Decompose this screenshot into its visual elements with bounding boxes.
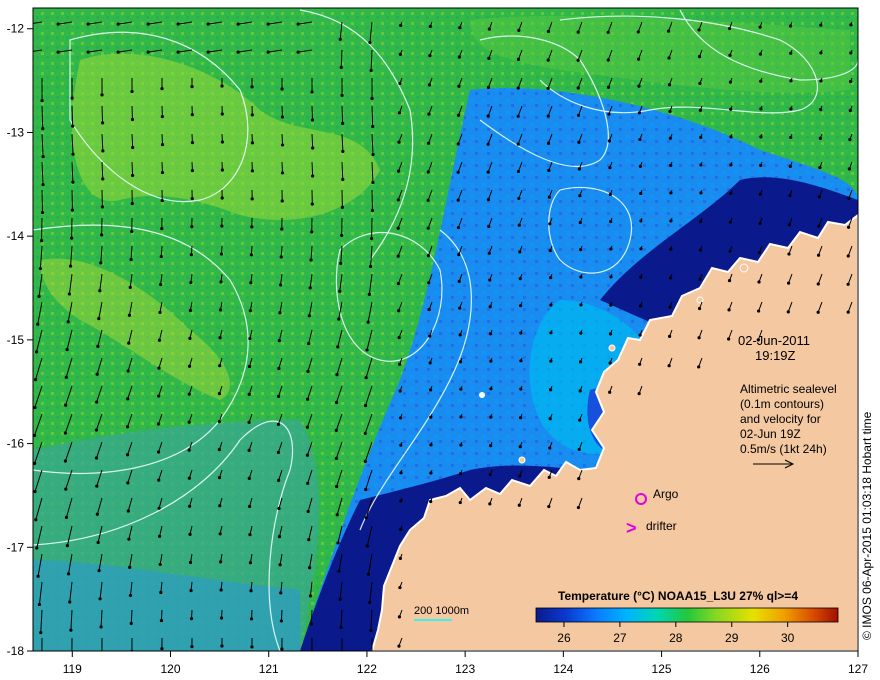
altimetry-line: 0.5m/s (1kt 24h) [740,442,827,456]
lat-tick-label: -16 [7,437,25,451]
timestamp-block: 02-Jun-2011 19:19Z [738,333,858,363]
colorbar-tick-label: 27 [613,631,627,645]
lon-tick-label: 123 [455,662,475,676]
colorbar-tick-label: 29 [725,631,739,645]
credit-text: © IMOS 06-Apr-2015 01:03:18 Hobart time [860,411,874,640]
colorbar-tick-label: 26 [557,631,571,645]
velocity-scale-arrow-icon [753,459,795,469]
longitude-axis: 119 120 121 122 123 124 125 126 127 [63,651,868,676]
argo-label: Argo [653,487,679,501]
altimetry-line: Altimetric sealevel [740,382,837,396]
latitude-axis: -12 -13 -14 -15 -16 -17 -18 [7,22,33,658]
lon-tick-label: 122 [357,662,377,676]
lon-tick-label: 121 [259,662,279,676]
lat-tick-label: -17 [7,540,25,554]
depth-label: 200 1000m [414,605,469,617]
lat-tick-label: -15 [7,333,25,347]
drifter-marker-icon: > [626,518,637,538]
colorbar-tick-label: 30 [781,631,795,645]
lon-tick-label: 127 [848,662,868,676]
lat-tick-label: -14 [7,229,25,243]
drifter-label: drifter [646,519,677,533]
date-label: 02-Jun-2011 [738,333,811,348]
altimetry-line: and velocity for [740,412,821,426]
altimetry-line: (0.1m contours) [740,397,825,411]
lon-tick-label: 125 [652,662,672,676]
lat-tick-label: -13 [7,125,25,139]
colorbar-tick-label: 28 [669,631,683,645]
altimetry-line: 02-Jun 19Z [740,427,801,441]
time-label: 19:19Z [755,348,796,363]
lon-tick-label: 124 [553,662,573,676]
lon-tick-label: 126 [750,662,770,676]
lat-tick-label: -18 [7,644,25,658]
altimetry-info: Altimetric sealevel (0.1m contours) and … [740,382,858,457]
colorbar-title: Temperature (°C) NOAA15_L3U 27% ql>=4 [558,589,798,603]
lat-tick-label: -12 [7,22,25,36]
lon-tick-label: 119 [63,662,82,676]
lon-tick-label: 120 [160,662,180,676]
